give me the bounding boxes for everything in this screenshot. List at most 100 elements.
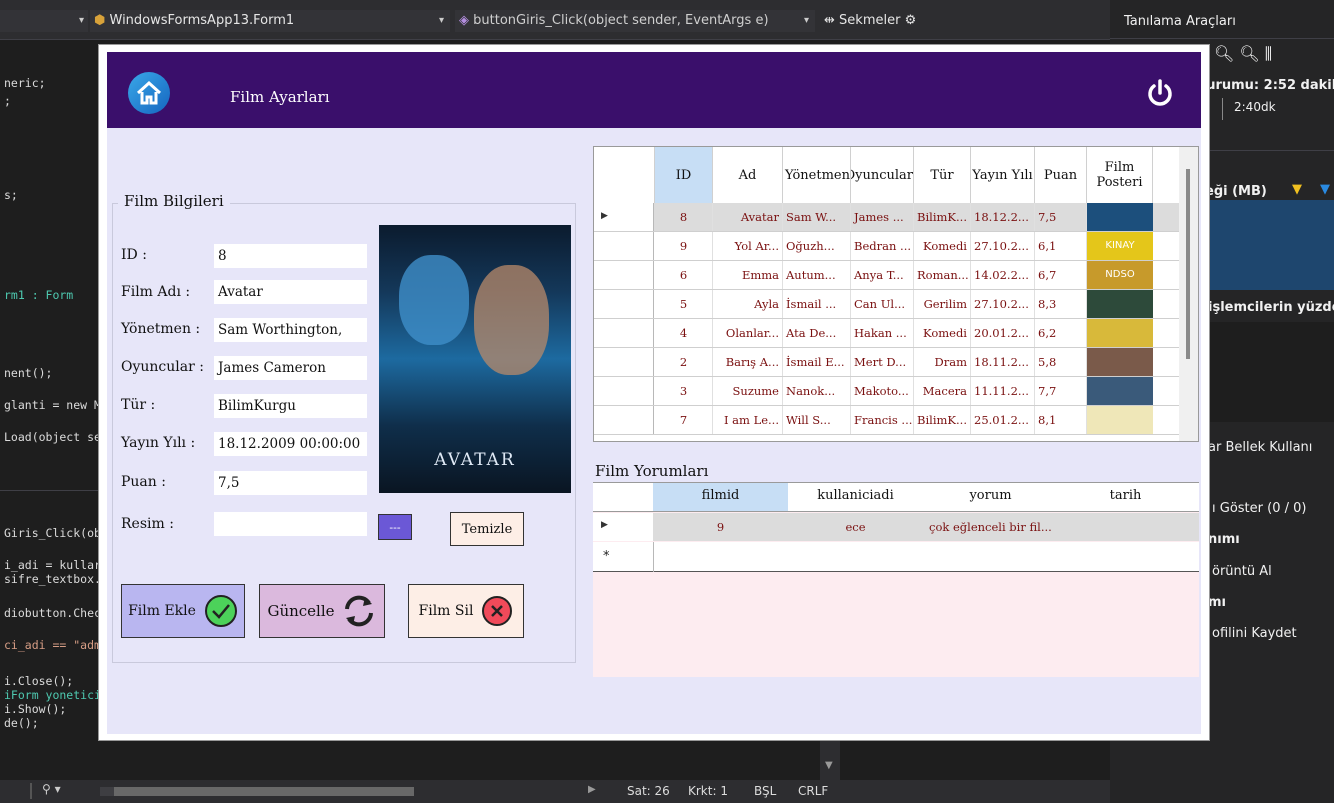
- film-row[interactable]: 4 Olanlar... Ata De... Hakan ... Komedi 20.01…: [594, 319, 1198, 348]
- films-grid[interactable]: ID Ad Yönetmen Oyuncular Tür Yayın Yılı …: [593, 146, 1199, 442]
- column-header-actors[interactable]: Oyuncular: [851, 147, 914, 203]
- cell-name[interactable]: Suzume: [713, 377, 783, 405]
- cell-year[interactable]: 18.12.2...: [971, 203, 1035, 231]
- cell-genre[interactable]: Gerilim: [914, 290, 971, 318]
- cell-actors[interactable]: Bedran ...: [851, 232, 914, 260]
- grid-vertical-scrollbar[interactable]: [1179, 147, 1198, 441]
- row-header[interactable]: [594, 319, 654, 347]
- column-header-director[interactable]: Yönetmen: [783, 147, 851, 203]
- column-header-username[interactable]: kullaniciadi: [788, 488, 923, 503]
- image-path-field[interactable]: [214, 512, 367, 536]
- column-header-id[interactable]: ID: [655, 147, 713, 203]
- cell-director[interactable]: İsmail ...: [783, 290, 851, 318]
- scrollbar-thumb[interactable]: [1186, 169, 1190, 359]
- column-header-name[interactable]: Ad: [713, 147, 783, 203]
- add-film-button[interactable]: Film Ekle: [121, 584, 245, 638]
- pane-tabs[interactable]: ar Bellek Kullanı: [1208, 440, 1312, 455]
- cell-genre[interactable]: Komedi: [914, 319, 971, 347]
- filter-icon[interactable]: ⚲ ▾: [42, 782, 61, 796]
- cell-name[interactable]: Ayla: [713, 290, 783, 318]
- code-editor[interactable]: neric; ; s; rm1 : Form nent(); glanti = …: [0, 40, 101, 790]
- release-year-field[interactable]: 18.12.2009 00:00:00: [214, 432, 367, 456]
- column-header-filmid[interactable]: filmid: [653, 488, 788, 503]
- film-row[interactable]: ▶ 8 Avatar Sam W... James ... BilimK... 18.12.…: [594, 203, 1198, 232]
- cell-rating[interactable]: 7,5: [1035, 203, 1087, 231]
- cell-year[interactable]: 25.01.2...: [971, 406, 1035, 434]
- cell-rating[interactable]: 8,1: [1035, 406, 1087, 434]
- cell-year[interactable]: 20.01.2...: [971, 319, 1035, 347]
- cell-name[interactable]: Olanlar...: [713, 319, 783, 347]
- cell-year[interactable]: 11.11.2...: [971, 377, 1035, 405]
- cell-name[interactable]: Emma: [713, 261, 783, 289]
- film-row[interactable]: 7I am Le... Will S... Francis ... BilimK...…: [594, 406, 1198, 435]
- cell-director[interactable]: Autum...: [783, 261, 851, 289]
- cell-genre[interactable]: Roman...: [914, 261, 971, 289]
- row-header[interactable]: [594, 232, 654, 260]
- cell-rating[interactable]: 8,3: [1035, 290, 1087, 318]
- cell-name[interactable]: Avatar: [713, 203, 783, 231]
- cell-director[interactable]: İsmail E...: [783, 348, 851, 376]
- row-header[interactable]: [594, 348, 654, 376]
- scrollbar-thumb[interactable]: [114, 787, 414, 796]
- cell-id[interactable]: 8: [655, 203, 713, 231]
- cell-director[interactable]: Will S...: [783, 406, 851, 434]
- cell-director[interactable]: Ata De...: [783, 319, 851, 347]
- genre-field[interactable]: BilimKurgu: [214, 394, 367, 418]
- film-row[interactable]: 2 Barış A... İsmail E... Mert D... Dram 18.11…: [594, 348, 1198, 377]
- row-header[interactable]: ▶: [593, 513, 653, 541]
- events-count[interactable]: ı Göster (0 / 0): [1212, 501, 1306, 516]
- column-header-date[interactable]: tarih: [1058, 488, 1193, 503]
- cell-rating[interactable]: 6,2: [1035, 319, 1087, 347]
- cell-id[interactable]: 7: [655, 406, 713, 434]
- cell-id[interactable]: 5: [655, 290, 713, 318]
- cell-id[interactable]: 9: [655, 232, 713, 260]
- cell-genre[interactable]: BilimK...: [914, 406, 971, 434]
- cell-name[interactable]: Barış A...: [713, 348, 783, 376]
- column-header-genre[interactable]: Tür: [914, 147, 971, 203]
- cell-actors[interactable]: Francis ...: [851, 406, 914, 434]
- film-row[interactable]: 3 Suzume Nanok... Makoto... Macera 11.11.2...…: [594, 377, 1198, 406]
- column-header-year[interactable]: Yayın Yılı: [971, 147, 1035, 203]
- delete-film-button[interactable]: Film Sil: [408, 584, 524, 638]
- class-dropdown[interactable]: ⬢ WindowsFormsApp13.Form1 ▾: [90, 10, 450, 32]
- row-header[interactable]: [594, 261, 654, 289]
- home-icon[interactable]: [128, 72, 170, 114]
- cell-genre[interactable]: BilimK...: [914, 203, 971, 231]
- cell-actors[interactable]: Can Ul...: [851, 290, 914, 318]
- cell-director[interactable]: Oğuzh...: [783, 232, 851, 260]
- comment-row[interactable]: ▶ 9 ece çok eğlenceli bir fil...: [593, 513, 1199, 541]
- film-row[interactable]: 9 Yol Ar... Oğuzh... Bedran ... Komedi 27.10.…: [594, 232, 1198, 261]
- film-row[interactable]: 6 Emma Autum... Anya T... Roman... 14.02.2...…: [594, 261, 1198, 290]
- cell-id[interactable]: 2: [655, 348, 713, 376]
- actors-field[interactable]: James Cameron: [214, 356, 367, 380]
- cell-rating[interactable]: 6,7: [1035, 261, 1087, 289]
- cell-id[interactable]: 4: [655, 319, 713, 347]
- cell-year[interactable]: 18.11.2...: [971, 348, 1035, 376]
- column-header-rating[interactable]: Puan: [1035, 147, 1087, 203]
- browse-image-button[interactable]: ---: [378, 514, 412, 540]
- project-dropdown[interactable]: ▾: [0, 10, 88, 32]
- cell-actors[interactable]: Makoto...: [851, 377, 914, 405]
- tabs-dropdown[interactable]: ⇹ Sekmeler ⚙: [820, 10, 1110, 32]
- scroll-right-icon[interactable]: ▶: [588, 784, 596, 795]
- new-comment-row[interactable]: *: [593, 542, 1199, 572]
- cell-name[interactable]: I am Le...: [713, 406, 783, 434]
- cell-genre[interactable]: Komedi: [914, 232, 971, 260]
- row-header[interactable]: [594, 377, 654, 405]
- cell-rating[interactable]: 7,7: [1035, 377, 1087, 405]
- cell-genre[interactable]: Dram: [914, 348, 971, 376]
- cell-genre[interactable]: Macera: [914, 377, 971, 405]
- zoom-in-icon[interactable]: 🔍︎ 🔍︎ ⫼: [1214, 44, 1272, 64]
- cell-actors[interactable]: Mert D...: [851, 348, 914, 376]
- cell-director[interactable]: Sam W...: [783, 203, 851, 231]
- power-icon[interactable]: [1145, 78, 1175, 108]
- cell-rating[interactable]: 6,1: [1035, 232, 1087, 260]
- save-profile-link[interactable]: ofilini Kaydet: [1212, 626, 1297, 641]
- film-row[interactable]: 5 Ayla İsmail ... Can Ul... Gerilim 27.10.2..…: [594, 290, 1198, 319]
- horizontal-scrollbar[interactable]: [100, 787, 414, 796]
- member-dropdown[interactable]: ◈ buttonGiris_Click(object sender, Event…: [455, 10, 815, 32]
- cell-id[interactable]: 3: [655, 377, 713, 405]
- film-name-field[interactable]: Avatar: [214, 280, 367, 304]
- id-field[interactable]: 8: [214, 244, 367, 268]
- column-header-comment[interactable]: yorum: [923, 488, 1058, 503]
